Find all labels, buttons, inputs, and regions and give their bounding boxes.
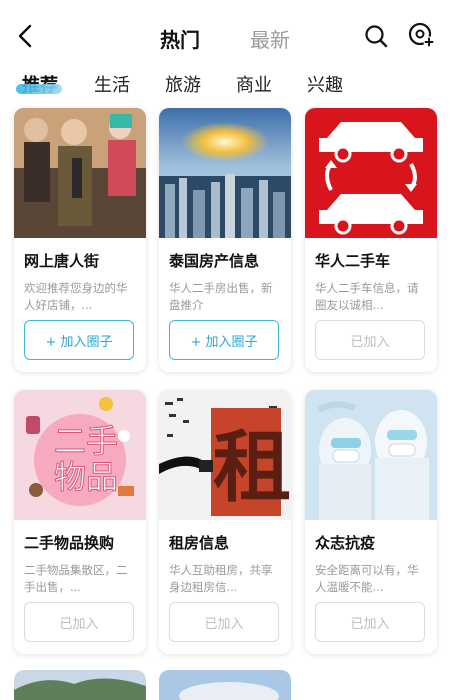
card-title: 华人二手车	[315, 252, 391, 270]
group-card[interactable]: 网上唐人街 欢迎推荐您身边的华人好店铺，... + 加入圈子	[14, 108, 146, 372]
group-card-partial[interactable]	[14, 670, 146, 700]
poster-char-1: 二	[54, 422, 86, 460]
group-card-partial[interactable]	[159, 670, 291, 700]
active-tab-indicator	[16, 84, 62, 94]
rental-image: 租	[159, 390, 291, 520]
joined-button[interactable]: 已加入	[315, 602, 425, 642]
group-card[interactable]: 众志抗疫 安全距离可以有，华人温暖不能... 已加入	[305, 390, 437, 654]
group-card[interactable]: 租 租房信息 华人互助租房，共享身边租房信... 已加入	[159, 390, 291, 654]
join-group-button[interactable]: + 加入圈子	[24, 320, 134, 360]
top-bar: 热门 最新	[0, 0, 450, 70]
category-tab-life[interactable]: 生活	[94, 71, 130, 97]
back-arrow-icon[interactable]	[12, 22, 40, 50]
category-tabs: 推荐 生活 旅游 商业 兴趣	[0, 66, 450, 102]
card-description: 欢迎推荐您身边的华人好店铺，...	[24, 281, 128, 312]
card-title: 二手物品换购	[24, 534, 115, 552]
group-card[interactable]: 泰国房产信息 华人二手房出售，新盘推介 + 加入圈子	[159, 108, 291, 372]
poster-char-3: 物	[54, 458, 86, 496]
group-card[interactable]: 二 手 物 品 二手物品换购 二手物品集散区，二手出售，... 已加入	[14, 390, 146, 654]
card-title: 租房信息	[169, 534, 230, 552]
poster-char-2: 手	[86, 422, 118, 460]
joined-button[interactable]: 已加入	[169, 602, 279, 642]
tab-new[interactable]: 最新	[250, 24, 290, 53]
movie-poster-image	[14, 108, 146, 238]
joined-button[interactable]: 已加入	[24, 602, 134, 642]
secondhand-goods-image: 二 手 物 品	[14, 390, 146, 520]
rent-character: 租	[213, 422, 291, 513]
card-title: 网上唐人街	[24, 252, 100, 270]
category-tab-business[interactable]: 商业	[236, 71, 272, 97]
car-exchange-image	[305, 108, 437, 238]
joined-button[interactable]: 已加入	[315, 320, 425, 360]
city-skyline-image	[159, 108, 291, 238]
sky-image	[159, 670, 291, 700]
anti-epidemic-image	[305, 390, 437, 520]
add-group-icon[interactable]	[406, 20, 436, 50]
card-title: 众志抗疫	[315, 534, 376, 552]
join-group-button[interactable]: + 加入圈子	[169, 320, 279, 360]
card-description: 安全距离可以有，华人温暖不能...	[315, 563, 419, 594]
poster-char-4: 品	[86, 458, 118, 496]
card-description: 华人二手房出售，新盘推介	[169, 281, 273, 312]
category-tab-interest[interactable]: 兴趣	[307, 71, 343, 97]
card-description: 华人互助租房，共享身边租房信...	[169, 563, 273, 594]
category-tab-travel[interactable]: 旅游	[165, 71, 201, 97]
group-card[interactable]: 华人二手车 华人二手车信息，请圈友以诚相... 已加入	[305, 108, 437, 372]
landscape-image	[14, 670, 146, 700]
tab-hot[interactable]: 热门	[160, 24, 200, 53]
card-title: 泰国房产信息	[169, 252, 260, 270]
card-description: 二手物品集散区，二手出售，...	[24, 563, 128, 594]
search-icon[interactable]	[362, 22, 390, 50]
card-description: 华人二手车信息，请圈友以诚相...	[315, 281, 419, 312]
